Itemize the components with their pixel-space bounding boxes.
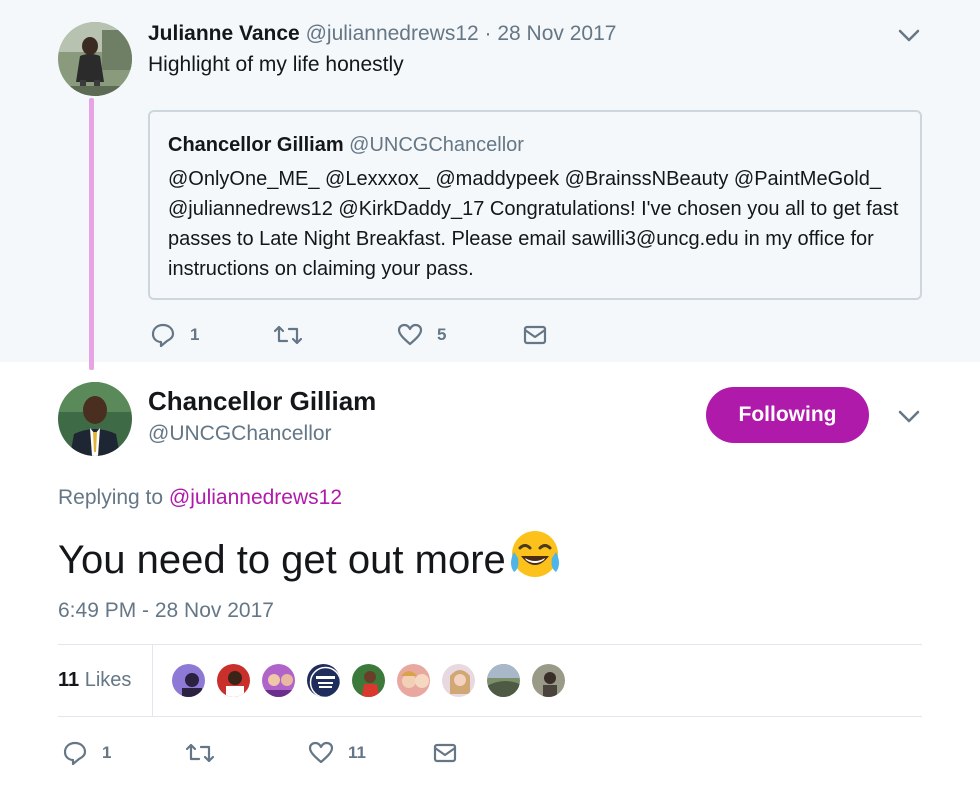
divider xyxy=(152,645,153,716)
tweet-header: Julianne Vance @juliannedrews12 · 28 Nov… xyxy=(148,22,616,46)
avatar[interactable] xyxy=(58,382,132,456)
user-handle[interactable]: @UNCGChancellor xyxy=(148,422,332,446)
heart-icon xyxy=(397,322,423,348)
tweet-timestamp[interactable]: 6:49 PM - 28 Nov 2017 xyxy=(58,599,274,623)
liker-avatars xyxy=(170,662,575,699)
tweet-text: Highlight of my life honestly xyxy=(148,53,404,76)
like-button[interactable]: 5 xyxy=(397,322,446,348)
reply-count: 1 xyxy=(102,743,112,762)
heart-icon xyxy=(308,740,334,766)
display-name[interactable]: Julianne Vance xyxy=(148,22,300,45)
following-button[interactable]: Following xyxy=(706,387,869,443)
user-handle: @UNCGChancellor xyxy=(349,134,524,156)
liker-avatar[interactable] xyxy=(485,662,522,699)
liker-avatar[interactable] xyxy=(350,662,387,699)
tweet-text-content: You need to get out more xyxy=(58,537,506,582)
display-name[interactable]: Chancellor Gilliam xyxy=(148,386,376,417)
reply-button[interactable]: 1 xyxy=(150,322,199,348)
like-button[interactable]: 11 xyxy=(308,740,366,766)
tweet-text: You need to get out more xyxy=(58,528,562,592)
like-count: 11 xyxy=(348,743,366,762)
chevron-down-icon[interactable] xyxy=(898,29,920,43)
liker-avatar[interactable] xyxy=(170,662,207,699)
chevron-down-icon[interactable] xyxy=(898,410,920,424)
quoted-tweet[interactable]: Chancellor Gilliam @UNCGChancellor @Only… xyxy=(148,110,922,300)
replying-to-label: Replying to xyxy=(58,486,164,509)
divider xyxy=(58,716,922,717)
envelope-icon xyxy=(432,740,458,766)
reply-button[interactable]: 1 xyxy=(62,740,111,766)
reply-icon xyxy=(62,740,88,766)
user-handle[interactable]: @juliannedrews12 xyxy=(306,22,479,45)
replying-to: Replying to @juliannedrews12 xyxy=(58,486,342,510)
liker-avatar[interactable] xyxy=(440,662,477,699)
reply-count: 1 xyxy=(190,325,200,344)
liker-avatar[interactable] xyxy=(215,662,252,699)
retweet-button[interactable] xyxy=(273,322,317,348)
quoted-tweet-text: @OnlyOne_ME_ @Lexxxox_ @maddypeek @Brain… xyxy=(168,168,899,280)
liker-uncg-financial-aid-avatar[interactable] xyxy=(305,662,342,699)
retweet-button[interactable] xyxy=(185,740,229,766)
display-name: Chancellor Gilliam xyxy=(168,134,344,156)
direct-message-button[interactable] xyxy=(432,740,458,766)
avatar[interactable] xyxy=(58,22,132,96)
like-count: 5 xyxy=(437,325,447,344)
parent-tweet[interactable]: Julianne Vance @juliannedrews12 · 28 Nov… xyxy=(0,0,980,362)
thread-connector-line xyxy=(89,98,94,370)
tweet-date[interactable]: · 28 Nov 2017 xyxy=(485,22,617,45)
quoted-tweet-header: Chancellor Gilliam @UNCGChancellor xyxy=(168,134,524,157)
face-with-tears-of-joy-icon xyxy=(508,528,562,592)
envelope-icon xyxy=(522,322,548,348)
liker-avatar[interactable] xyxy=(260,662,297,699)
replying-to-handle[interactable]: @juliannedrews12 xyxy=(169,486,342,509)
liker-avatar[interactable] xyxy=(395,662,432,699)
direct-message-button[interactable] xyxy=(522,322,548,348)
liker-avatar[interactable] xyxy=(530,662,567,699)
likes-label: Likes xyxy=(84,669,132,691)
likes-stat[interactable]: 11 Likes xyxy=(58,669,131,692)
retweet-icon xyxy=(273,322,303,348)
retweet-icon xyxy=(185,740,215,766)
divider xyxy=(58,644,922,645)
likes-count: 11 xyxy=(58,669,80,691)
reply-icon xyxy=(150,322,176,348)
